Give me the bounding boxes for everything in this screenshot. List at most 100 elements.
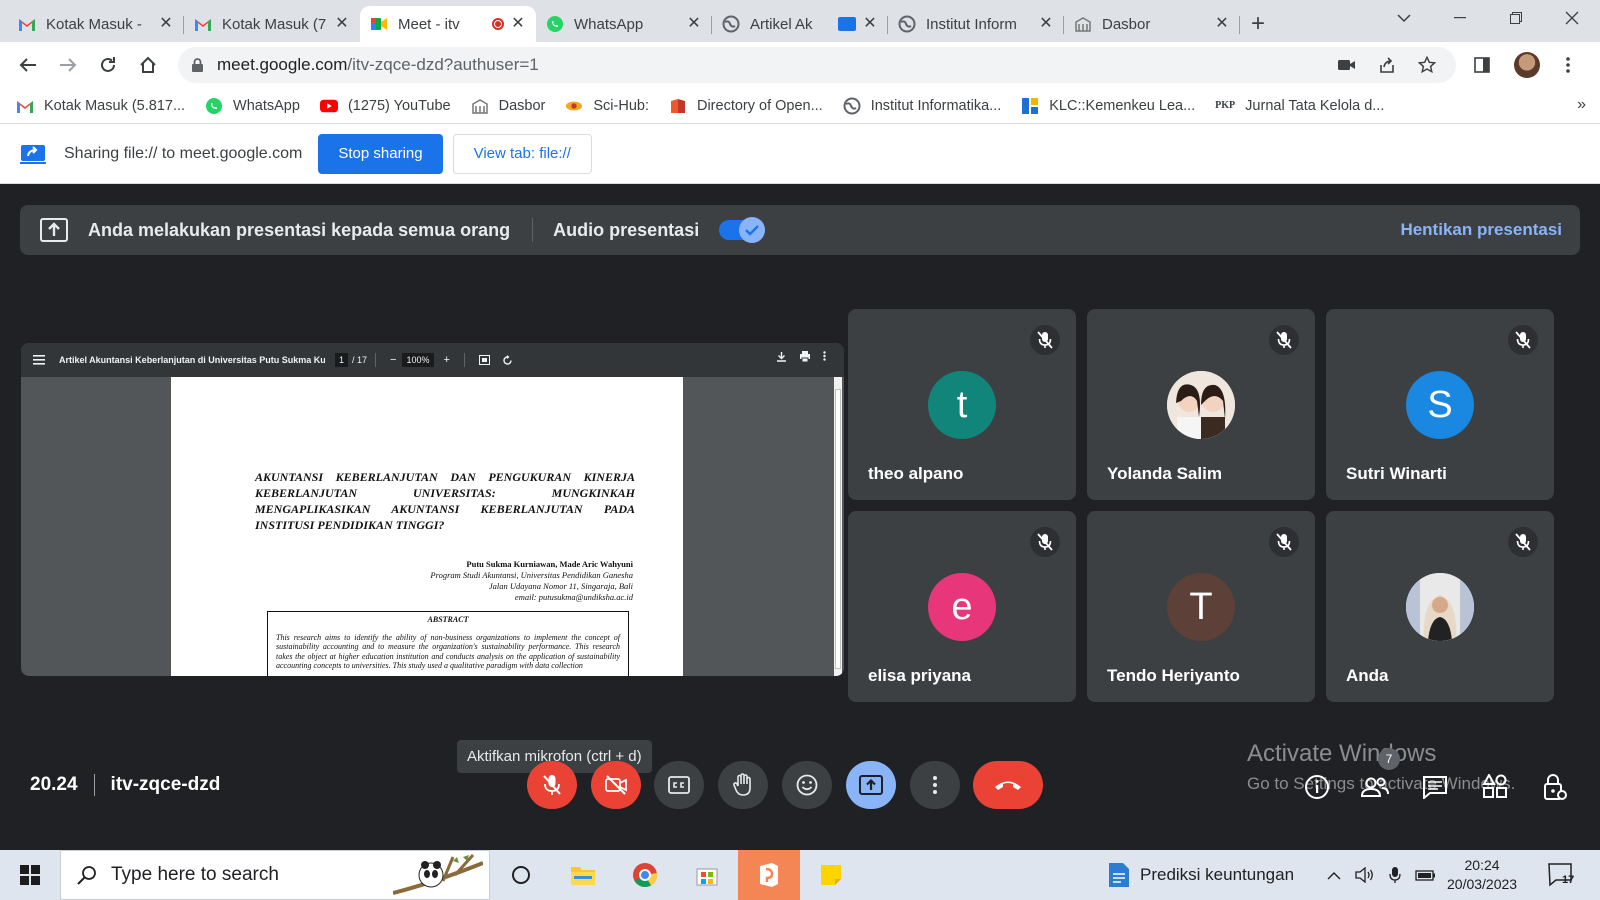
- tab-gmail-1[interactable]: Kotak Masuk - ✕: [8, 6, 184, 42]
- participant-tile[interactable]: S Sutri Winarti: [1326, 309, 1554, 500]
- side-panel-icon[interactable]: [1464, 47, 1500, 83]
- taskbar-clock[interactable]: 20:24 20/03/2023: [1447, 856, 1517, 894]
- print-icon[interactable]: [799, 351, 811, 362]
- present-now-button[interactable]: [846, 761, 896, 809]
- windows-start-button[interactable]: [0, 850, 60, 900]
- more-options-icon[interactable]: [823, 351, 826, 362]
- close-icon[interactable]: ✕: [862, 16, 878, 32]
- participant-tile[interactable]: Yolanda Salim: [1087, 309, 1315, 500]
- tab-institut[interactable]: Institut Inform ✕: [888, 6, 1064, 42]
- more-options-button[interactable]: [910, 761, 960, 809]
- page-number-input[interactable]: 1: [335, 353, 349, 367]
- participant-tile[interactable]: T Tendo Heriyanto: [1087, 511, 1315, 702]
- close-icon[interactable]: ✕: [158, 16, 174, 32]
- more-bookmarks-icon[interactable]: »: [1577, 96, 1586, 114]
- close-icon[interactable]: ✕: [1214, 16, 1230, 32]
- audio-presentation-toggle[interactable]: [719, 217, 766, 243]
- close-icon[interactable]: ✕: [510, 16, 526, 32]
- tab-artikel[interactable]: Artikel Ak ✕: [712, 6, 888, 42]
- bookmark-institut[interactable]: Institut Informatika...: [843, 97, 1001, 115]
- leave-call-button[interactable]: [973, 761, 1043, 809]
- rotate-icon[interactable]: [502, 354, 513, 366]
- participant-name: Sutri Winarti: [1346, 464, 1447, 483]
- raise-hand-button[interactable]: [718, 761, 768, 809]
- download-icon[interactable]: [776, 351, 787, 362]
- tab-whatsapp[interactable]: WhatsApp ✕: [536, 6, 712, 42]
- bookmark-star-icon[interactable]: [1412, 50, 1442, 80]
- tab-dasbor[interactable]: Dasbor ✕: [1064, 6, 1240, 42]
- pdf-scrollbar[interactable]: [834, 377, 842, 676]
- bookmark-gmail[interactable]: Kotak Masuk (5.817...: [16, 97, 185, 115]
- camera-toggle-button[interactable]: [591, 761, 641, 809]
- microsoft-store-icon[interactable]: [676, 850, 738, 900]
- participant-tile-self[interactable]: Anda: [1326, 511, 1554, 702]
- tab-search-icon[interactable]: [1376, 0, 1432, 36]
- sticky-notes-icon[interactable]: [800, 850, 862, 900]
- zoom-level[interactable]: 100%: [402, 353, 434, 367]
- home-button[interactable]: [130, 47, 166, 83]
- volume-icon[interactable]: [1355, 867, 1375, 883]
- forward-button[interactable]: [50, 47, 86, 83]
- taskbar-search-box[interactable]: Type here to search: [60, 850, 490, 900]
- address-bar[interactable]: meet.google.com/itv-zqce-dzd?authuser=1: [178, 47, 1456, 83]
- new-tab-button[interactable]: +: [1240, 6, 1276, 42]
- people-icon[interactable]: [1360, 772, 1390, 802]
- profile-avatar[interactable]: [1514, 52, 1540, 78]
- reload-button[interactable]: [90, 47, 126, 83]
- bookmark-doaj[interactable]: Directory of Open...: [669, 97, 823, 115]
- taskbar-app-prediksi[interactable]: Prediksi keuntungan: [1108, 850, 1294, 900]
- more-menu-icon[interactable]: [1550, 47, 1586, 83]
- microphone-toggle-button[interactable]: [527, 761, 577, 809]
- bookmarks-bar: Kotak Masuk (5.817... WhatsApp (1275) Yo…: [0, 88, 1600, 124]
- participant-tile[interactable]: t theo alpano: [848, 309, 1076, 500]
- chrome-icon[interactable]: [614, 850, 676, 900]
- taskbar-time: 20:24: [1464, 857, 1500, 873]
- close-icon[interactable]: ✕: [334, 16, 350, 32]
- chat-icon[interactable]: [1420, 772, 1450, 802]
- youtube-icon: [319, 97, 338, 115]
- fit-page-icon[interactable]: [478, 355, 490, 365]
- presentation-view: Artikel Akuntansi Keberlanjutan di Unive…: [21, 343, 844, 676]
- close-window-button[interactable]: [1544, 0, 1600, 36]
- meeting-code[interactable]: itv-zqce-dzd: [111, 774, 221, 796]
- share-icon[interactable]: [1372, 50, 1402, 80]
- file-explorer-icon[interactable]: [552, 850, 614, 900]
- restore-button[interactable]: [1488, 0, 1544, 36]
- pdf-toolbar: Artikel Akuntansi Keberlanjutan di Unive…: [21, 343, 844, 377]
- captions-button[interactable]: [654, 761, 704, 809]
- battery-icon[interactable]: [1415, 868, 1437, 882]
- participant-tile[interactable]: e elisa priyana: [848, 511, 1076, 702]
- bookmark-scihub[interactable]: Sci-Hub:: [565, 97, 649, 115]
- bookmark-whatsapp[interactable]: WhatsApp: [205, 97, 300, 115]
- notification-center-icon[interactable]: 17: [1548, 863, 1574, 887]
- stop-presenting-button[interactable]: Hentikan presentasi: [1400, 220, 1562, 240]
- bookmark-dasbor[interactable]: Dasbor: [471, 97, 545, 115]
- microphone-icon[interactable]: [1389, 866, 1401, 884]
- activities-icon[interactable]: [1480, 772, 1510, 802]
- task-view-icon[interactable]: [490, 850, 552, 900]
- bookmark-klc[interactable]: KLC::Kemenkeu Lea...: [1021, 97, 1195, 115]
- bookmark-jurnal[interactable]: PKP Jurnal Tata Kelola d...: [1215, 97, 1384, 115]
- camera-in-use-icon[interactable]: [1332, 50, 1362, 80]
- close-icon[interactable]: ✕: [686, 16, 702, 32]
- meeting-time: 20.24: [30, 774, 78, 795]
- back-button[interactable]: [10, 47, 46, 83]
- zoom-out-icon[interactable]: −: [390, 354, 396, 366]
- tab-meet[interactable]: Meet - itv ✕: [360, 6, 536, 42]
- participant-name: Anda: [1346, 666, 1389, 685]
- host-controls-icon[interactable]: [1540, 772, 1570, 802]
- chevron-up-icon[interactable]: [1327, 871, 1341, 880]
- emoji-reactions-button[interactable]: [782, 761, 832, 809]
- stop-sharing-button[interactable]: Stop sharing: [318, 133, 443, 174]
- powerpoint-icon[interactable]: [738, 850, 800, 900]
- mic-off-icon: [1508, 325, 1538, 355]
- bookmark-youtube[interactable]: (1275) YouTube: [319, 97, 451, 115]
- zoom-in-icon[interactable]: +: [444, 354, 450, 366]
- meeting-details-icon[interactable]: [1302, 772, 1332, 802]
- close-icon[interactable]: ✕: [1038, 16, 1054, 32]
- tab-gmail-2[interactable]: Kotak Masuk (7 ✕: [184, 6, 360, 42]
- checkmark-icon: [739, 217, 766, 243]
- view-tab-button[interactable]: View tab: file://: [452, 133, 592, 174]
- minimize-button[interactable]: [1432, 0, 1488, 36]
- hamburger-menu-icon[interactable]: [33, 355, 45, 365]
